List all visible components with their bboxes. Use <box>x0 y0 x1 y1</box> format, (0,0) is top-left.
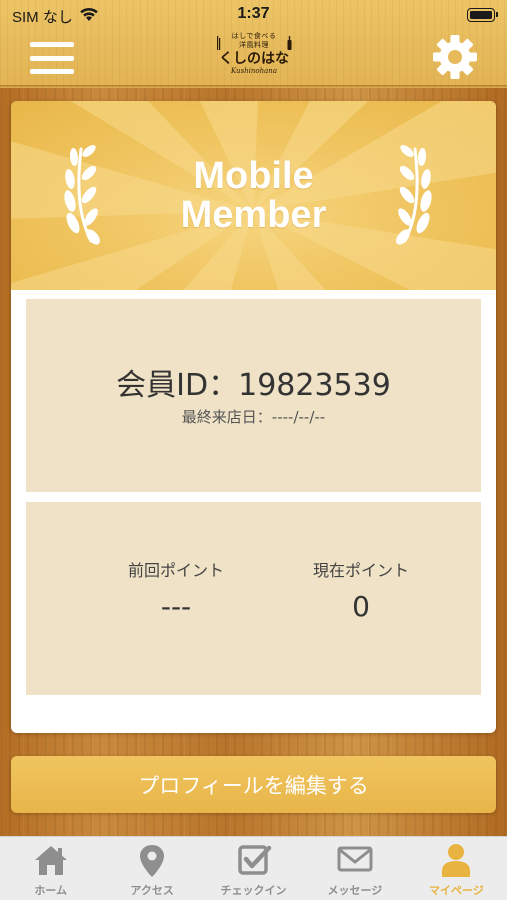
menu-button[interactable] <box>28 40 76 76</box>
previous-points: 前回ポイント --- <box>96 560 256 624</box>
current-points-value: 0 <box>352 590 370 623</box>
settings-button[interactable] <box>430 32 480 82</box>
clock: 1:37 <box>237 5 270 22</box>
last-visit-label: 最終来店日： <box>181 408 272 426</box>
previous-points-value: --- <box>160 590 192 623</box>
tab-checkin[interactable]: チェックイン <box>203 837 304 900</box>
person-icon <box>442 844 471 877</box>
home-icon <box>34 846 67 875</box>
tab-bar: ホーム アクセス チェックイン メッセージ マイページ <box>0 836 507 900</box>
tab-home-label: ホーム <box>34 884 68 897</box>
banner-title-line1: Mobile <box>193 155 314 197</box>
status-bar: SIM なし 1:37 <box>0 0 507 30</box>
chopsticks-icon <box>217 36 221 50</box>
gear-icon <box>433 35 477 79</box>
member-id-row: 会員ID：19823539 <box>26 368 481 404</box>
logo-subtitle: 洋風料理 <box>239 41 269 49</box>
tab-mypage-label: マイページ <box>428 884 484 897</box>
tab-message[interactable]: メッセージ <box>304 837 405 900</box>
last-visit-value: ----/--/-- <box>271 408 326 426</box>
member-id-value: 19823539 <box>238 368 391 403</box>
member-banner: Mobile Member <box>11 101 496 290</box>
tab-home[interactable]: ホーム <box>0 837 101 900</box>
tab-mypage[interactable]: マイページ <box>406 837 507 900</box>
member-id-label: 会員ID： <box>116 368 239 403</box>
tab-access[interactable]: アクセス <box>101 837 202 900</box>
banner-title: Mobile Member <box>11 157 496 235</box>
tab-access-label: アクセス <box>130 884 174 897</box>
member-card: Mobile Member 会員ID：19823539 最終来店日：----/-… <box>11 101 496 733</box>
logo: はしで食べる 洋風料理 くしのはな Kushinohana <box>212 32 296 82</box>
map-pin-icon <box>140 845 165 877</box>
points-panel: 前回ポイント --- 現在ポイント 0 <box>26 502 481 695</box>
hamburger-menu-icon <box>30 42 74 47</box>
logo-tagline: はしで食べる <box>231 32 277 40</box>
logo-name: くしのはな <box>219 51 289 67</box>
tab-checkin-label: チェックイン <box>220 884 287 897</box>
previous-points-label: 前回ポイント <box>127 561 224 580</box>
logo-roman: Kushinohana <box>230 67 277 75</box>
envelope-icon <box>337 846 373 872</box>
bottle-icon <box>287 36 292 50</box>
current-points-label: 現在ポイント <box>312 561 409 580</box>
tab-message-label: メッセージ <box>327 884 383 897</box>
app-header: SIM なし 1:37 はしで食べる 洋風料理 くしのはな Kushinohan… <box>0 0 507 88</box>
edit-profile-button[interactable]: プロフィールを編集する <box>11 756 496 813</box>
current-points: 現在ポイント 0 <box>281 560 441 624</box>
banner-title-line2: Member <box>180 194 327 236</box>
checkbox-icon <box>237 845 271 875</box>
last-visit-row: 最終来店日：----/--/-- <box>26 406 481 427</box>
member-info-panel: 会員ID：19823539 最終来店日：----/--/-- <box>26 299 481 492</box>
battery-icon <box>467 8 498 22</box>
